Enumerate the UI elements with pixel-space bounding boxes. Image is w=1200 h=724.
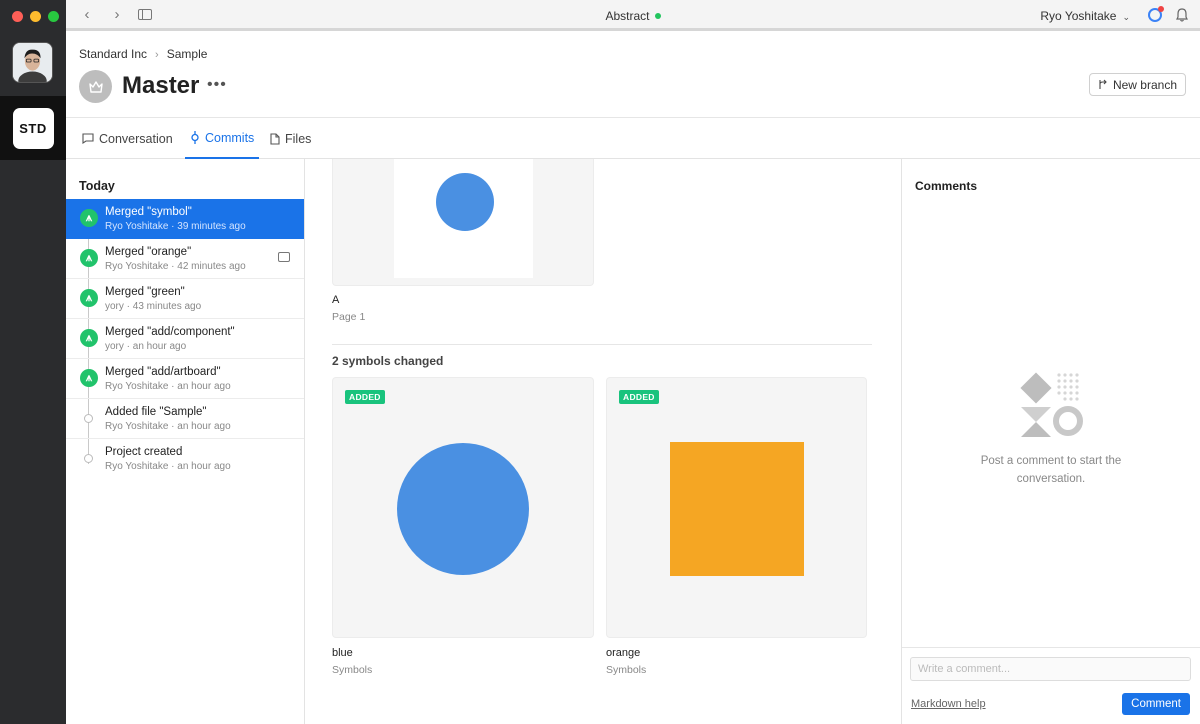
group-heading: Today — [79, 179, 115, 193]
tab-commits-label: Commits — [205, 130, 255, 145]
branch-icon — [1099, 79, 1107, 89]
chevron-down-icon: ⌄ — [1122, 12, 1130, 22]
commit-dot-icon — [84, 454, 93, 463]
new-branch-label: New branch — [1112, 77, 1177, 92]
symbols-heading: 2 symbols changed — [332, 354, 444, 368]
breadcrumb: Standard Inc › Sample — [79, 47, 207, 61]
user-menu[interactable]: Ryo Yoshitake ⌄ — [1040, 9, 1130, 23]
artboard-card[interactable] — [332, 159, 594, 286]
comment-input[interactable] — [910, 657, 1191, 681]
commits-sidebar: Today ⩚ Merged "symbol" Ryo Yoshitake · … — [66, 159, 305, 724]
tab-bar: Conversation Commits Files — [66, 118, 1200, 159]
merge-icon: ⩚ — [80, 369, 98, 387]
comment-submit-button[interactable]: Comment — [1122, 693, 1190, 715]
commit-message: Merged "green" — [105, 286, 185, 298]
org-switcher[interactable]: STD — [0, 96, 66, 160]
commit-row[interactable]: Added file "Sample" Ryo Yoshitake · an h… — [66, 399, 304, 439]
markdown-help-link[interactable]: Markdown help — [911, 698, 986, 710]
more-options-icon[interactable]: ••• — [207, 76, 227, 94]
window-title-text: Abstract — [605, 9, 650, 23]
file-icon — [270, 132, 280, 145]
minimize-window-button[interactable] — [30, 11, 41, 22]
comment-icon[interactable] — [278, 252, 290, 262]
added-badge: ADDED — [345, 390, 385, 404]
workspace-rail: STD — [0, 0, 66, 724]
empty-state-illustration — [1020, 372, 1083, 437]
comments-heading: Comments — [915, 179, 978, 193]
commit-row[interactable]: ⩚ Merged "green" yory · 43 minutes ago — [66, 279, 304, 319]
symbol-card-orange[interactable]: ADDED — [606, 377, 867, 638]
commit-row[interactable]: ⩚ Merged "add/artboard" Ryo Yoshitake · … — [66, 359, 304, 399]
commit-message: Merged "add/artboard" — [105, 366, 221, 378]
commit-message: Added file "Sample" — [105, 406, 207, 418]
symbol-preview-circle — [397, 443, 529, 575]
commit-meta: Ryo Yoshitake · 39 minutes ago — [105, 221, 246, 232]
network-icon[interactable] — [1148, 6, 1164, 22]
breadcrumb-project[interactable]: Sample — [167, 47, 208, 61]
merge-icon: ⩚ — [80, 329, 98, 347]
close-window-button[interactable] — [12, 11, 23, 22]
tab-files-label: Files — [285, 131, 312, 146]
user-name: Ryo Yoshitake — [1040, 9, 1117, 23]
divider — [332, 344, 872, 345]
chevron-right-icon: › — [155, 49, 159, 61]
commit-meta: Ryo Yoshitake · an hour ago — [105, 381, 231, 392]
tab-conversation[interactable]: Conversation — [82, 118, 173, 159]
commit-meta: Ryo Yoshitake · an hour ago — [105, 461, 231, 472]
page-title: Master — [122, 72, 200, 99]
added-badge: ADDED — [619, 390, 659, 404]
tab-files[interactable]: Files — [270, 118, 311, 159]
commit-changes: A Page 1 2 symbols changed ADDED blue Sy… — [305, 159, 901, 724]
window-controls — [12, 11, 59, 22]
empty-state-text: Post a comment to start the conversation… — [980, 455, 1122, 485]
title-bar: ‹ › Abstract Ryo Yoshitake ⌄ — [66, 0, 1200, 31]
new-branch-button[interactable]: New branch — [1088, 73, 1186, 96]
commit-meta: Ryo Yoshitake · an hour ago — [105, 421, 231, 432]
commit-row[interactable]: ⩚ Merged "orange" Ryo Yoshitake · 42 min… — [66, 239, 304, 279]
artboard-page: Page 1 — [332, 311, 366, 323]
commit-row[interactable]: ⩚ Merged "symbol" Ryo Yoshitake · 39 min… — [66, 199, 304, 239]
symbol-group: Symbols — [606, 664, 647, 676]
commit-row[interactable]: Project created Ryo Yoshitake · an hour … — [66, 439, 304, 479]
commit-message: Merged "symbol" — [105, 206, 192, 218]
commit-dot-icon — [84, 414, 93, 423]
commit-message: Merged "orange" — [105, 246, 192, 258]
symbol-preview-square — [670, 442, 804, 576]
org-logo: STD — [12, 107, 54, 149]
symbol-group: Symbols — [332, 664, 373, 676]
merge-icon: ⩚ — [80, 209, 98, 227]
breadcrumb-org[interactable]: Standard Inc — [79, 47, 147, 61]
branch-header: Standard Inc › Sample Master ••• New branc… — [66, 34, 1200, 118]
comments-panel: Comments Post a comment to start the con… — [901, 159, 1200, 724]
commit-meta: Ryo Yoshitake · 42 minutes ago — [105, 261, 246, 272]
divider — [902, 647, 1200, 648]
commit-row[interactable]: ⩚ Merged "add/component" yory · an hour … — [66, 319, 304, 359]
user-avatar[interactable] — [12, 42, 53, 83]
commit-icon — [191, 131, 199, 144]
artboard-name: A — [332, 294, 340, 306]
sync-status-icon — [654, 13, 661, 19]
master-branch-icon — [79, 70, 112, 103]
artboard-preview — [394, 159, 533, 278]
commit-meta: yory · an hour ago — [105, 341, 187, 352]
zoom-window-button[interactable] — [48, 11, 59, 22]
symbol-name: orange — [606, 647, 641, 659]
merge-icon: ⩚ — [80, 289, 98, 307]
symbol-card-blue[interactable]: ADDED — [332, 377, 594, 638]
merge-icon: ⩚ — [80, 249, 98, 267]
tab-commits[interactable]: Commits — [185, 118, 260, 159]
commit-message: Project created — [105, 446, 183, 458]
symbol-name: blue — [332, 647, 353, 659]
speech-bubble-icon — [82, 133, 94, 144]
commit-message: Merged "add/component" — [105, 326, 235, 338]
artboard-circle — [436, 173, 494, 231]
tab-conversation-label: Conversation — [99, 131, 173, 146]
window-title: Abstract — [66, 9, 1200, 23]
commit-meta: yory · 43 minutes ago — [105, 301, 202, 312]
bell-icon[interactable] — [1176, 8, 1188, 22]
